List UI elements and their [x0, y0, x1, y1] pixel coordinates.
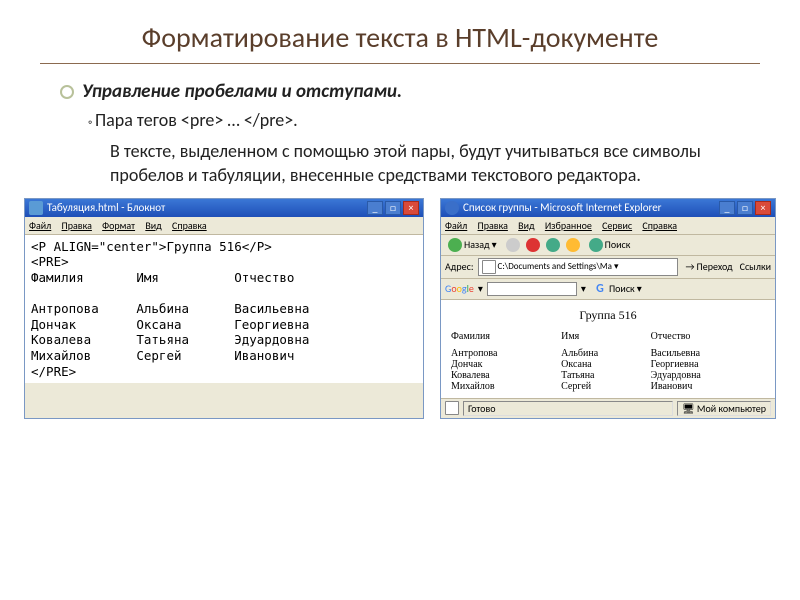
- links-label[interactable]: Ссылки: [740, 260, 771, 273]
- stop-icon[interactable]: [526, 238, 540, 252]
- google-toolbar: Google ▾ ▾ GПоиск ▾: [441, 279, 775, 300]
- body-paragraph: В тексте, выделенном с помощью этой пары…: [110, 139, 740, 188]
- ie-title-text: Список группы - Microsoft Internet Explo…: [463, 201, 719, 214]
- google-search-input[interactable]: [487, 282, 577, 296]
- minimize-button[interactable]: _: [719, 201, 735, 215]
- ie-status-bar: Готово 🖥 Мой компьютер: [441, 398, 775, 418]
- refresh-icon[interactable]: [546, 238, 560, 252]
- go-button[interactable]: → Переход: [682, 259, 735, 274]
- ie-content-area: Группа 516 Фамилия Имя Отчество Антропов…: [441, 300, 775, 398]
- address-input[interactable]: C:\Documents and Settings\Ма ▾: [478, 258, 679, 276]
- status-doc-icon: [445, 401, 459, 415]
- minimize-button[interactable]: _: [367, 201, 383, 215]
- back-icon: [448, 238, 462, 252]
- forward-icon[interactable]: [506, 238, 520, 252]
- menu-file[interactable]: Файл: [29, 219, 51, 232]
- google-search-label: Поиск: [609, 282, 635, 295]
- menu-help[interactable]: Справка: [172, 219, 207, 232]
- menu-edit[interactable]: Правка: [478, 219, 508, 232]
- ie-window: Список группы - Microsoft Internet Explo…: [440, 198, 776, 419]
- bullet-icon: [60, 85, 74, 99]
- col-fam: Фамилия: [449, 331, 559, 342]
- bullet-text: Управление пробелами и отступами.: [82, 80, 402, 103]
- search-button[interactable]: Поиск: [586, 237, 634, 253]
- back-button[interactable]: Назад ▾: [445, 237, 500, 253]
- notepad-text-area[interactable]: <P ALIGN="center">Группа 516</P> <PRE> Ф…: [25, 235, 423, 384]
- ie-address-bar: Адрес: C:\Documents and Settings\Ма ▾ → …: [441, 256, 775, 279]
- notepad-title-text: Табуляция.html - Блокнот: [47, 201, 367, 214]
- table-row: ДончакОксанаГеоргиевна: [449, 359, 767, 370]
- notepad-titlebar[interactable]: Табуляция.html - Блокнот _ □ ×: [25, 199, 423, 217]
- status-done: Готово: [463, 401, 673, 416]
- menu-fav[interactable]: Избранное: [545, 219, 592, 232]
- menu-help[interactable]: Справка: [642, 219, 677, 232]
- close-button[interactable]: ×: [755, 201, 771, 215]
- menu-edit[interactable]: Правка: [62, 219, 92, 232]
- notepad-app-icon: [29, 201, 43, 215]
- ie-app-icon: [445, 201, 459, 215]
- menu-view[interactable]: Вид: [518, 219, 534, 232]
- menu-svc[interactable]: Сервис: [602, 219, 632, 232]
- close-button[interactable]: ×: [403, 201, 419, 215]
- sub-bullet: Пара тегов <pre> … </pre>.: [88, 109, 740, 131]
- table-row: МихайловСергейИванович: [449, 381, 767, 392]
- address-value: C:\Documents and Settings\Ма: [498, 261, 612, 272]
- search-icon: [589, 238, 603, 252]
- maximize-button[interactable]: □: [737, 201, 753, 215]
- maximize-button[interactable]: □: [385, 201, 401, 215]
- title-divider: [40, 63, 760, 64]
- table-row: КовалеваТатьянаЭдуардовна: [449, 370, 767, 381]
- menu-file[interactable]: Файл: [445, 219, 467, 232]
- page-heading: Группа 516: [449, 308, 767, 323]
- notepad-menubar: Файл Правка Формат Вид Справка: [25, 217, 423, 235]
- google-search-button[interactable]: GПоиск ▾: [590, 281, 645, 297]
- ie-titlebar[interactable]: Список группы - Microsoft Internet Explo…: [441, 199, 775, 217]
- menu-view[interactable]: Вид: [145, 219, 161, 232]
- notepad-window: Табуляция.html - Блокнот _ □ × Файл Прав…: [24, 198, 424, 419]
- table-header-row: Фамилия Имя Отчество: [449, 331, 767, 342]
- status-zone: 🖥 Мой компьютер: [677, 401, 771, 416]
- group-table: Фамилия Имя Отчество АнтроповаАльбинаВас…: [449, 331, 767, 392]
- g-icon: G: [593, 282, 607, 296]
- table-row: АнтроповаАльбинаВасильевна: [449, 348, 767, 359]
- ie-menubar: Файл Правка Вид Избранное Сервис Справка: [441, 217, 775, 235]
- go-label: Переход: [697, 260, 733, 273]
- col-patr: Отчество: [649, 331, 767, 342]
- ie-toolbar: Назад ▾ Поиск: [441, 235, 775, 256]
- slide-title: Форматирование текста в HTML-документе: [0, 0, 800, 63]
- doc-icon: [482, 260, 496, 274]
- search-label: Поиск: [605, 238, 631, 251]
- back-label: Назад: [464, 238, 490, 251]
- home-icon[interactable]: [566, 238, 580, 252]
- menu-format[interactable]: Формат: [102, 219, 135, 232]
- address-label: Адрес:: [445, 260, 474, 273]
- col-name: Имя: [559, 331, 649, 342]
- notepad-code: <P ALIGN="center">Группа 516</P> <PRE> Ф…: [31, 239, 417, 380]
- google-logo: Google: [445, 282, 474, 295]
